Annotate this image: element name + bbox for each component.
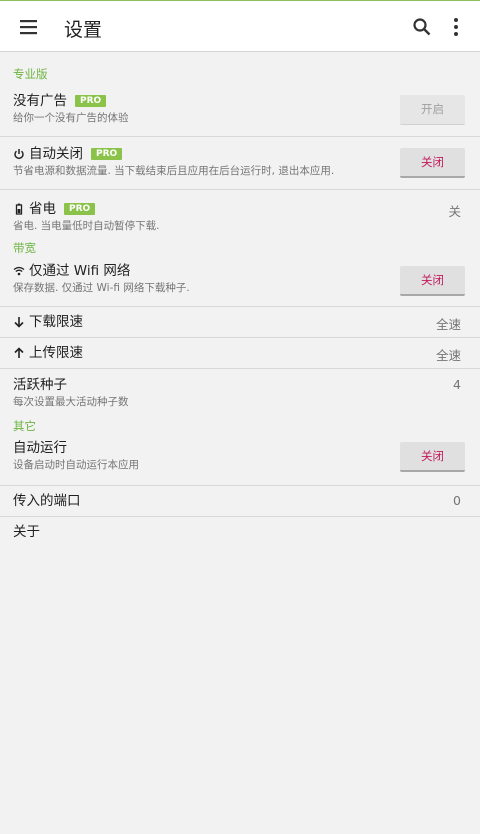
setting-incoming-port[interactable]: 传入的端口 0 (0, 486, 480, 517)
pro-badge: PRO (75, 95, 107, 107)
setting-active-torrents[interactable]: 活跃种子 每次设置最大活动种子数 4 (0, 369, 480, 419)
setting-title: 自动关闭 (29, 146, 83, 162)
section-header-bandwidth: 带宽 (13, 241, 36, 255)
setting-download-limit[interactable]: 下载限速 全速 (0, 307, 480, 338)
setting-subtitle: 设备启动时自动运行本应用 (13, 459, 139, 471)
search-icon[interactable] (412, 17, 432, 37)
setting-title: 关于 (13, 524, 40, 540)
more-vert-icon[interactable] (446, 16, 466, 38)
autostart-toggle-button[interactable]: 关闭 (400, 442, 465, 472)
setting-title: 没有广告 (13, 93, 67, 109)
active-torrents-value: 4 (453, 377, 461, 392)
setting-battery-save[interactable]: 省电 PRO 省电. 当电量低时自动暂停下载. 关 (0, 190, 480, 240)
setting-subtitle: 节省电源和数据流量. 当下载结束后且应用在后台运行时, 退出本应用. (13, 165, 335, 177)
setting-title: 活跃种子 (13, 377, 67, 393)
setting-subtitle: 保存数据. 仅通过 Wi-fi 网络下载种子. (13, 282, 190, 294)
pro-badge: PRO (91, 148, 123, 160)
setting-title: 省电 (29, 201, 56, 217)
battery-save-value: 关 (448, 204, 461, 219)
download-limit-value: 全速 (435, 317, 461, 332)
setting-subtitle: 给你一个没有广告的体验 (13, 112, 129, 124)
page-title: 设置 (64, 19, 103, 41)
setting-upload-limit[interactable]: 上传限速 全速 (0, 338, 480, 369)
setting-title: 下载限速 (29, 314, 83, 330)
setting-wifi-only[interactable]: 仅通过 Wifi 网络 保存数据. 仅通过 Wi-fi 网络下载种子. 关闭 (0, 258, 480, 307)
menu-icon[interactable] (18, 16, 40, 38)
auto-shutdown-toggle-button[interactable]: 关闭 (400, 148, 465, 178)
setting-subtitle: 省电. 当电量低时自动暂停下载. (13, 220, 160, 232)
arrow-up-icon (14, 347, 24, 358)
wifi-icon (13, 266, 25, 276)
setting-about[interactable]: 关于 (0, 517, 480, 548)
setting-auto-shutdown[interactable]: 自动关闭 PRO 节省电源和数据流量. 当下载结束后且应用在后台运行时, 退出本… (0, 137, 480, 190)
setting-subtitle: 每次设置最大活动种子数 (13, 396, 129, 408)
arrow-down-icon (14, 317, 24, 328)
setting-title: 上传限速 (29, 345, 83, 361)
battery-icon (15, 203, 23, 215)
setting-title: 仅通过 Wifi 网络 (29, 263, 131, 279)
section-header-other: 其它 (13, 419, 36, 433)
incoming-port-value: 0 (453, 493, 461, 508)
setting-title: 自动运行 (13, 440, 67, 456)
power-icon (14, 149, 24, 160)
setting-autostart[interactable]: 自动运行 设备启动时自动运行本应用 关闭 (0, 436, 480, 486)
app-bar: 设置 (0, 0, 480, 52)
wifi-only-toggle-button[interactable]: 关闭 (400, 266, 465, 296)
pro-badge: PRO (64, 203, 96, 215)
setting-title: 传入的端口 (13, 493, 81, 509)
no-ads-toggle-button[interactable]: 开启 (400, 95, 465, 125)
upload-limit-value: 全速 (435, 348, 461, 363)
setting-no-ads[interactable]: 没有广告 PRO 给你一个没有广告的体验 开启 (0, 78, 480, 137)
